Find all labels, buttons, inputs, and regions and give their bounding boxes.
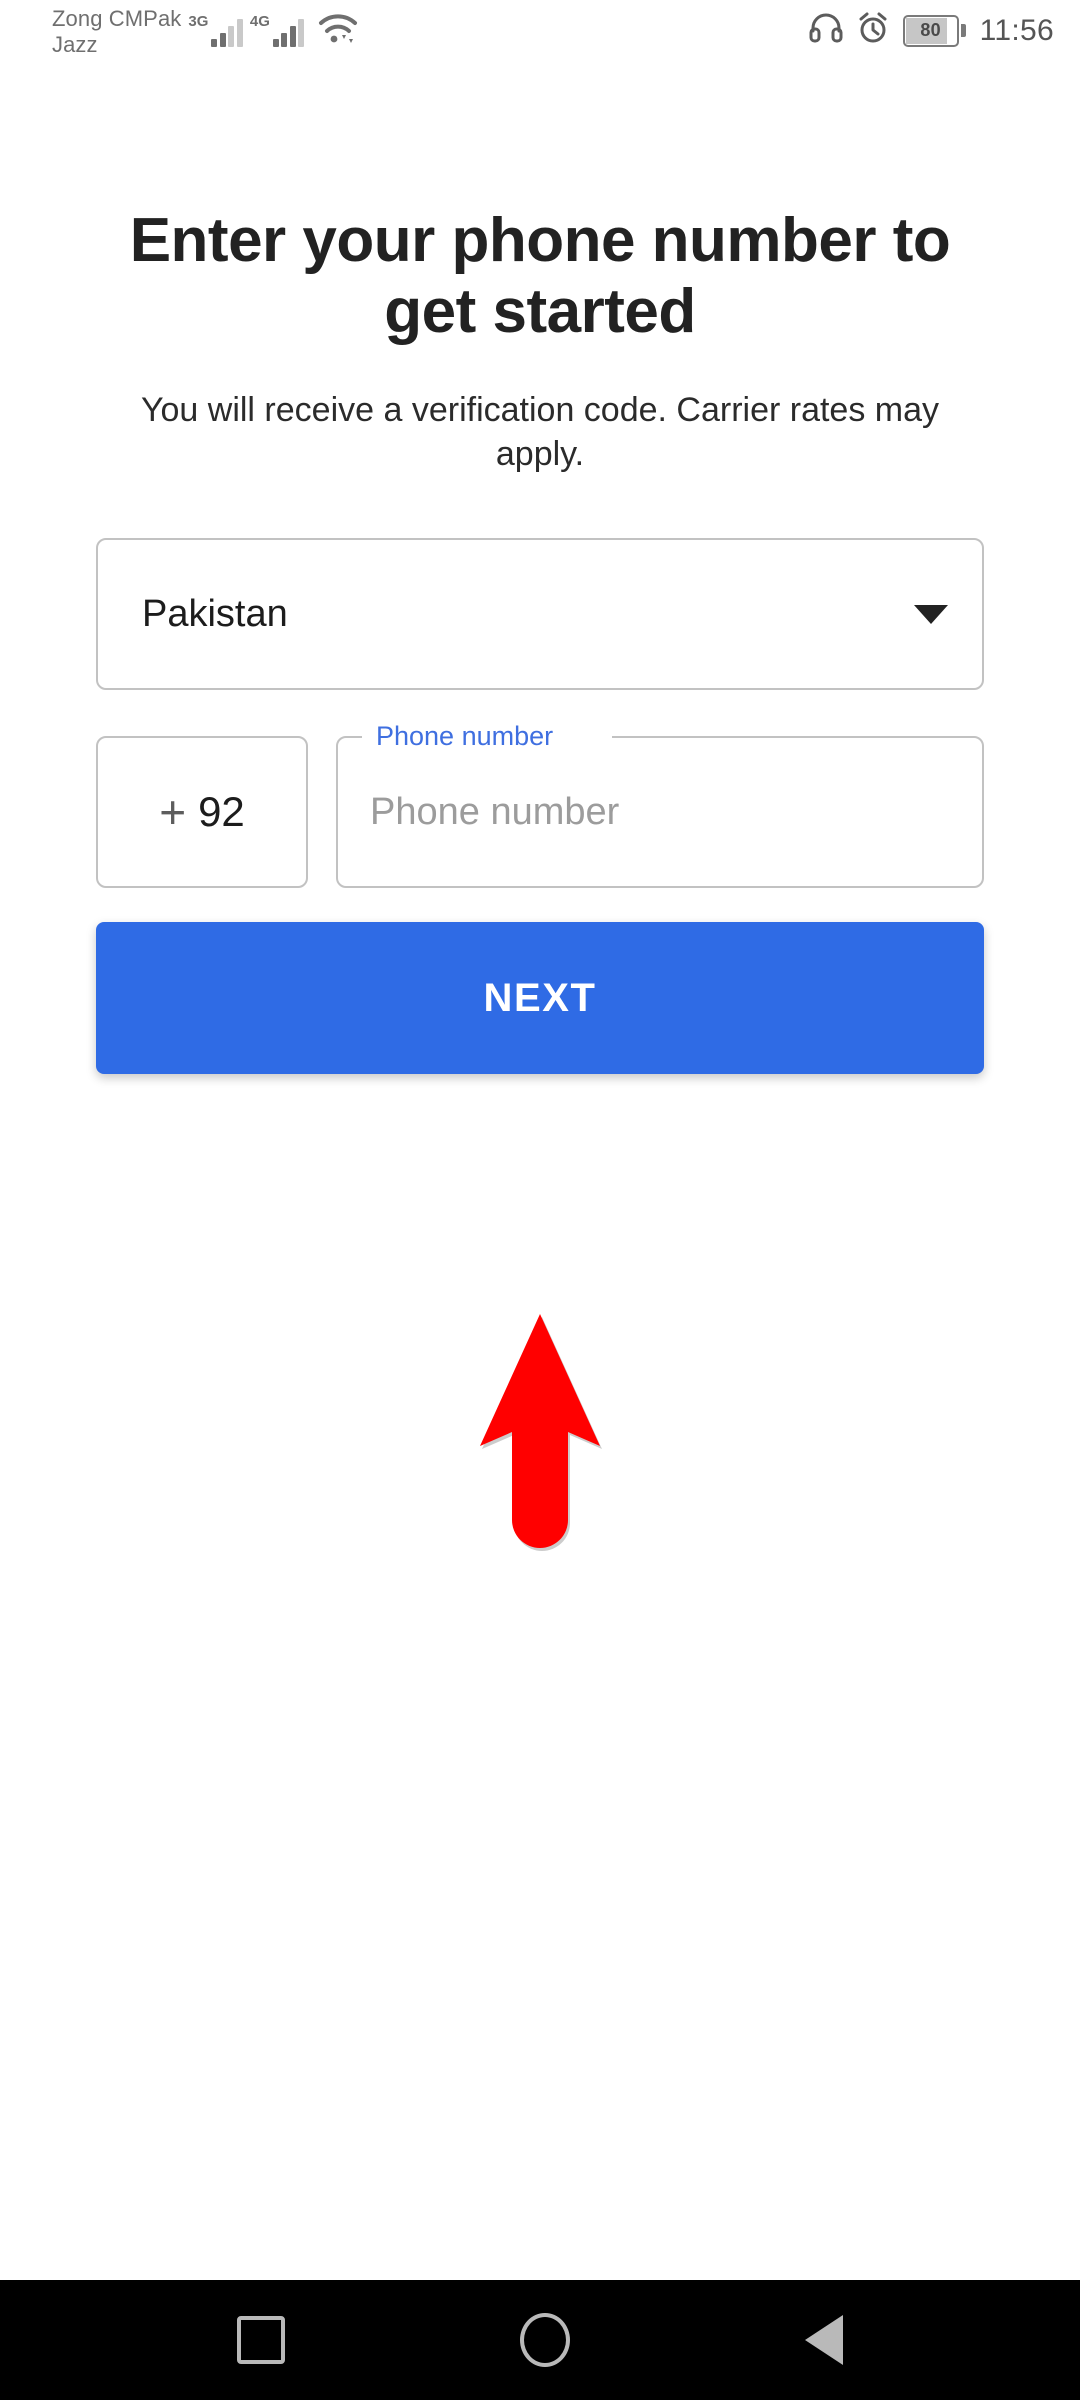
phone-number-field[interactable]: Phone number <box>336 717 984 889</box>
signal-4g-group: 4G <box>250 4 305 47</box>
circle-home-icon[interactable] <box>519 2313 570 2367</box>
alarm-clock-icon <box>857 12 889 49</box>
triangle-back-icon[interactable] <box>804 2315 843 2365</box>
battery-icon: 80 <box>902 14 966 47</box>
phone-number-row: + 92 Phone number <box>96 717 984 889</box>
square-recents-icon[interactable] <box>237 2316 286 2364</box>
android-nav-bar <box>0 2280 1080 2400</box>
page-title: Enter your phone number to get started <box>129 206 951 346</box>
form-area: Pakistan + 92 Phone number NEXT <box>0 538 1080 1075</box>
country-select[interactable]: Pakistan <box>96 538 984 691</box>
signal-bars-4g-icon <box>272 17 305 47</box>
network-type-4g-label: 4G <box>249 13 270 30</box>
network-type-3g-label: 3G <box>188 13 209 30</box>
chevron-down-icon <box>914 604 948 624</box>
dial-code-box[interactable]: + 92 <box>96 736 308 889</box>
page-subtitle: You will receive a verification code. Ca… <box>140 391 940 473</box>
carrier-name-secondary: Jazz <box>52 32 98 57</box>
phone-screen: Zong CMPak Jazz 3G 4G 80 11:56 Enter you… <box>0 0 1080 2400</box>
signal-bars-3g-icon <box>211 17 243 47</box>
wifi-icon <box>311 4 359 51</box>
next-button[interactable]: NEXT <box>96 922 984 1075</box>
headphone-icon <box>809 13 843 48</box>
signal-3g-group: 3G <box>188 4 243 47</box>
up-arrow-annotation-icon <box>440 1314 640 1559</box>
status-bar-left: Zong CMPak Jazz 3G 4G <box>52 4 359 58</box>
status-bar-clock: 11:56 <box>979 13 1054 47</box>
country-select-value: Pakistan <box>142 592 288 635</box>
status-bar-right: 80 11:56 <box>809 4 1054 49</box>
main-content: Enter your phone number to get started Y… <box>0 66 1080 2280</box>
plus-icon: + <box>159 785 187 838</box>
battery-level-label: 80 <box>920 20 941 40</box>
dial-code-value: 92 <box>198 788 245 836</box>
status-bar: Zong CMPak Jazz 3G 4G 80 11:56 <box>0 0 1080 66</box>
phone-number-input[interactable] <box>368 736 960 889</box>
carrier-name-primary: Zong CMPak <box>52 6 182 31</box>
carrier-names: Zong CMPak Jazz <box>52 4 181 58</box>
